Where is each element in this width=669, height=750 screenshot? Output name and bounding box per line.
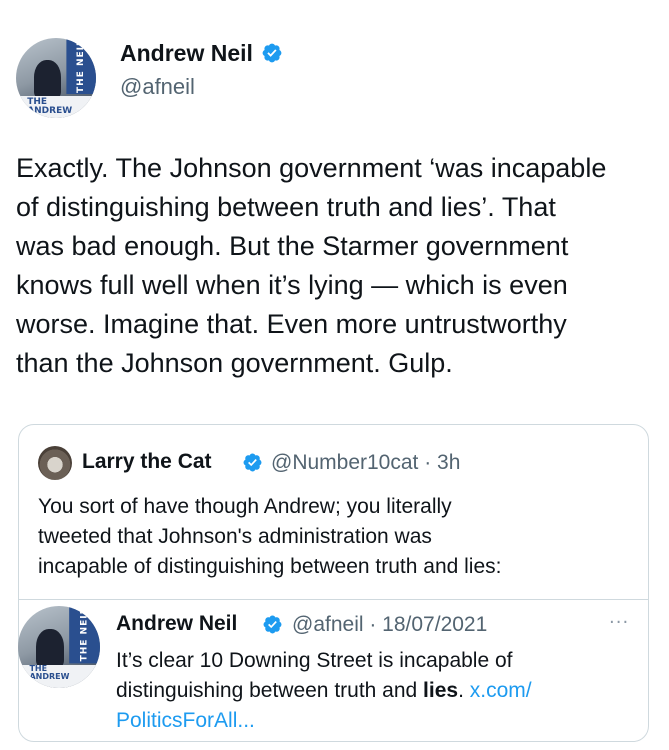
quoted-tweet-line: You sort of have though Andrew; you lite…: [38, 495, 452, 518]
author-avatar[interactable]: THE NEIL THE ANDREW: [16, 38, 96, 118]
avatar-screen-text: THE NEIL: [65, 38, 96, 94]
more-options-icon[interactable]: ···: [609, 612, 629, 633]
embedded-text-bold-lies: lies: [423, 679, 459, 702]
embedded-link-part-1[interactable]: x.com/: [470, 679, 532, 702]
quoted-author-handle-time[interactable]: @Number10cat · 3h: [271, 451, 460, 475]
tweet-text-line: worse. Imagine that. Even more untrustwo…: [16, 309, 567, 339]
avatar-desk-line-2: ANDREW: [27, 105, 73, 116]
tweet-text-line: knows full well when it’s lying — which …: [16, 270, 568, 300]
embedded-tweet-line: It’s clear 10 Downing Street is incapabl…: [116, 649, 513, 672]
verified-badge-icon: [243, 453, 262, 472]
embedded-author-avatar[interactable]: THE NEIL THE ANDREW: [18, 606, 100, 688]
avatar-desk: THE ANDREW: [16, 95, 96, 118]
verified-badge-icon: [262, 43, 282, 63]
author-handle[interactable]: @afneil: [120, 74, 195, 100]
tweet-text-line: Exactly. The Johnson government ‘was inc…: [16, 153, 607, 183]
embedded-text-prefix: distinguishing between truth and: [116, 679, 424, 702]
avatar-person: [33, 60, 61, 99]
avatar-screen-text: THE NEIL: [68, 606, 100, 664]
tweet-text-line: of distinguishing between truth and lies…: [16, 192, 556, 222]
tweet-text-line: than the Johnson government. Gulp.: [16, 348, 453, 378]
avatar-desk-line-2: ANDREW: [29, 672, 70, 682]
tweet-text-line: was bad enough. But the Starmer governme…: [16, 231, 569, 261]
avatar-person: [36, 628, 64, 669]
quoted-author-name[interactable]: Larry the Cat: [82, 450, 212, 474]
embedded-tweet-line: PoliticsForAll...: [116, 706, 636, 736]
quoted-tweet-line: tweeted that Johnson's administration wa…: [38, 525, 432, 548]
avatar-desk: THE ANDREW: [18, 665, 100, 688]
embedded-tweet-text: It’s clear 10 Downing Street is incapabl…: [116, 646, 636, 736]
verified-badge-icon: [263, 615, 282, 634]
quoted-author-avatar[interactable]: [38, 446, 72, 480]
embedded-tweet-line: distinguishing between truth and lies. x…: [116, 676, 636, 706]
quoted-tweet-line: incapable of distinguishing between trut…: [38, 555, 502, 578]
embedded-text-period: .: [458, 679, 470, 702]
tweet-text: Exactly. The Johnson government ‘was inc…: [16, 149, 656, 383]
quoted-tweet-text: You sort of have though Andrew; you lite…: [38, 492, 638, 582]
embedded-author-handle-date[interactable]: @afneil · 18/07/2021: [292, 613, 487, 637]
embedded-link-part-2[interactable]: PoliticsForAll...: [116, 709, 255, 732]
embedded-author-name[interactable]: Andrew Neil: [116, 612, 237, 636]
author-name[interactable]: Andrew Neil: [120, 40, 253, 67]
